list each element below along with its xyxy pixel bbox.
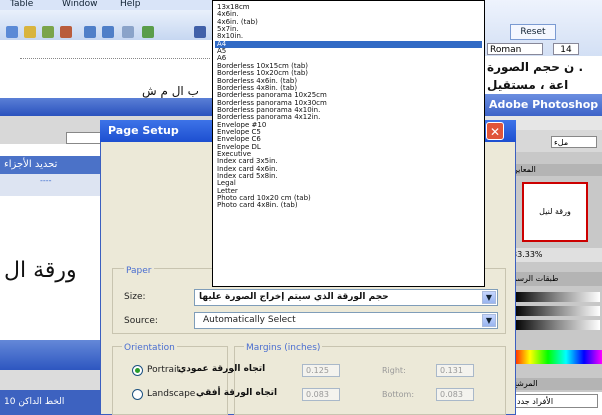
portrait-label[interactable]: Portrait xyxy=(147,365,180,375)
landscape-radio[interactable] xyxy=(132,389,143,400)
margin-left-field[interactable]: 0.125 xyxy=(302,364,340,377)
task-pane-tab[interactable]: تحديد الأجزاء xyxy=(0,156,110,174)
margin-top-field[interactable]: 0.083 xyxy=(302,388,340,401)
close-icon[interactable]: ✕ xyxy=(486,122,504,140)
photoshop-titlebar: Adobe Photoshop xyxy=(485,94,602,116)
source-select[interactable]: Automatically Select xyxy=(194,312,498,329)
margin-right-label: Right: xyxy=(382,366,406,375)
menu-help[interactable]: Help xyxy=(120,0,141,9)
right-arabic-line-1: ن حجم الصورة . xyxy=(487,60,584,74)
task-pane-link[interactable]: ---- xyxy=(40,176,52,185)
blue-titlebar-strip xyxy=(0,98,215,116)
insert-table-icon[interactable] xyxy=(122,26,134,38)
size-label: Size: xyxy=(124,292,146,302)
folder-icon[interactable] xyxy=(24,26,36,38)
color-slider-3[interactable] xyxy=(514,320,600,330)
redo-icon[interactable] xyxy=(102,26,114,38)
filter-tab[interactable]: المرشح xyxy=(512,378,602,390)
menu-window[interactable]: Window xyxy=(62,0,98,9)
dropdown-option[interactable]: Legal xyxy=(215,180,482,188)
large-arabic-text: ورقة ال xyxy=(4,258,77,283)
format-painter-icon[interactable] xyxy=(60,26,72,38)
margin-bottom-field[interactable]: 0.083 xyxy=(436,388,474,401)
margins-group xyxy=(234,346,506,415)
chevron-down-icon[interactable]: ▼ xyxy=(482,314,496,327)
zoom-icon[interactable] xyxy=(194,26,206,38)
layers-tab[interactable]: طبقات الرسم xyxy=(512,272,602,286)
print-preview-icon[interactable] xyxy=(42,26,54,38)
font-name-box[interactable]: Roman xyxy=(487,43,543,55)
portrait-radio[interactable] xyxy=(132,365,143,376)
orientation-group xyxy=(112,346,228,415)
margins-label: Margins (inches) xyxy=(244,343,323,353)
dropdown-option[interactable]: Photo card 4x8in. (tab) xyxy=(215,202,482,210)
word-toolbar xyxy=(0,10,215,41)
orientation-label: Orientation xyxy=(122,343,177,353)
menu-table[interactable]: Table xyxy=(10,0,33,9)
dropdown-option[interactable]: 5x7in. xyxy=(215,25,482,33)
word-doc-text: ب ال م ش xyxy=(142,84,199,98)
dropdown-option[interactable]: 8x10in. xyxy=(215,33,482,41)
navigator-tab[interactable]: المعاين xyxy=(512,164,602,176)
color-ramp[interactable] xyxy=(512,350,602,364)
size-select[interactable]: حجم الورقة الذي سيتم إخراج الصورة عليها xyxy=(194,289,498,306)
dropdown-option[interactable]: A4 xyxy=(215,40,482,49)
chevron-down-icon[interactable]: ▼ xyxy=(482,291,496,304)
color-slider-2[interactable] xyxy=(514,306,600,316)
navigator-thumbnail: ورقة لنيل xyxy=(522,182,588,242)
margin-right-field[interactable]: 0.131 xyxy=(436,364,474,377)
paper-group-label: Paper xyxy=(124,266,154,276)
dropdown-option[interactable]: Envelope DL xyxy=(215,143,482,151)
dropdown-option[interactable]: 13x18cm xyxy=(215,3,482,11)
dropdown-option[interactable]: 4x6in. (tab) xyxy=(215,18,482,26)
paper-size-dropdown[interactable]: 13x18cm 4x6in. 4x6in. (tab) 5x7in. 8x10in. A4… xyxy=(212,0,485,287)
right-arabic-line-2: اعة ، مستقيل xyxy=(487,78,569,92)
dropdown-option[interactable]: Index card 5x8in. xyxy=(215,172,482,180)
open-icon[interactable] xyxy=(6,26,18,38)
dropdown-option[interactable]: A5 xyxy=(215,47,482,55)
task-pane-body xyxy=(0,174,110,196)
navigator-zoom[interactable]: 33.33% xyxy=(512,248,602,262)
reset-button[interactable]: Reset xyxy=(510,24,556,40)
doc-divider xyxy=(20,58,210,60)
landscape-label[interactable]: Landscape xyxy=(147,389,195,399)
font-size-box[interactable]: 14 xyxy=(553,43,579,55)
source-label: Source: xyxy=(124,316,158,326)
margin-bottom-label: Bottom: xyxy=(382,390,415,399)
word-menubar: Table Window Help xyxy=(0,0,215,10)
color-slider-1[interactable] xyxy=(514,292,600,302)
photoshop-options-field[interactable]: ملء xyxy=(551,136,597,148)
hyperlink-icon[interactable] xyxy=(142,26,154,38)
filter-field[interactable]: الأفراد جدد xyxy=(514,394,598,408)
undo-icon[interactable] xyxy=(84,26,96,38)
